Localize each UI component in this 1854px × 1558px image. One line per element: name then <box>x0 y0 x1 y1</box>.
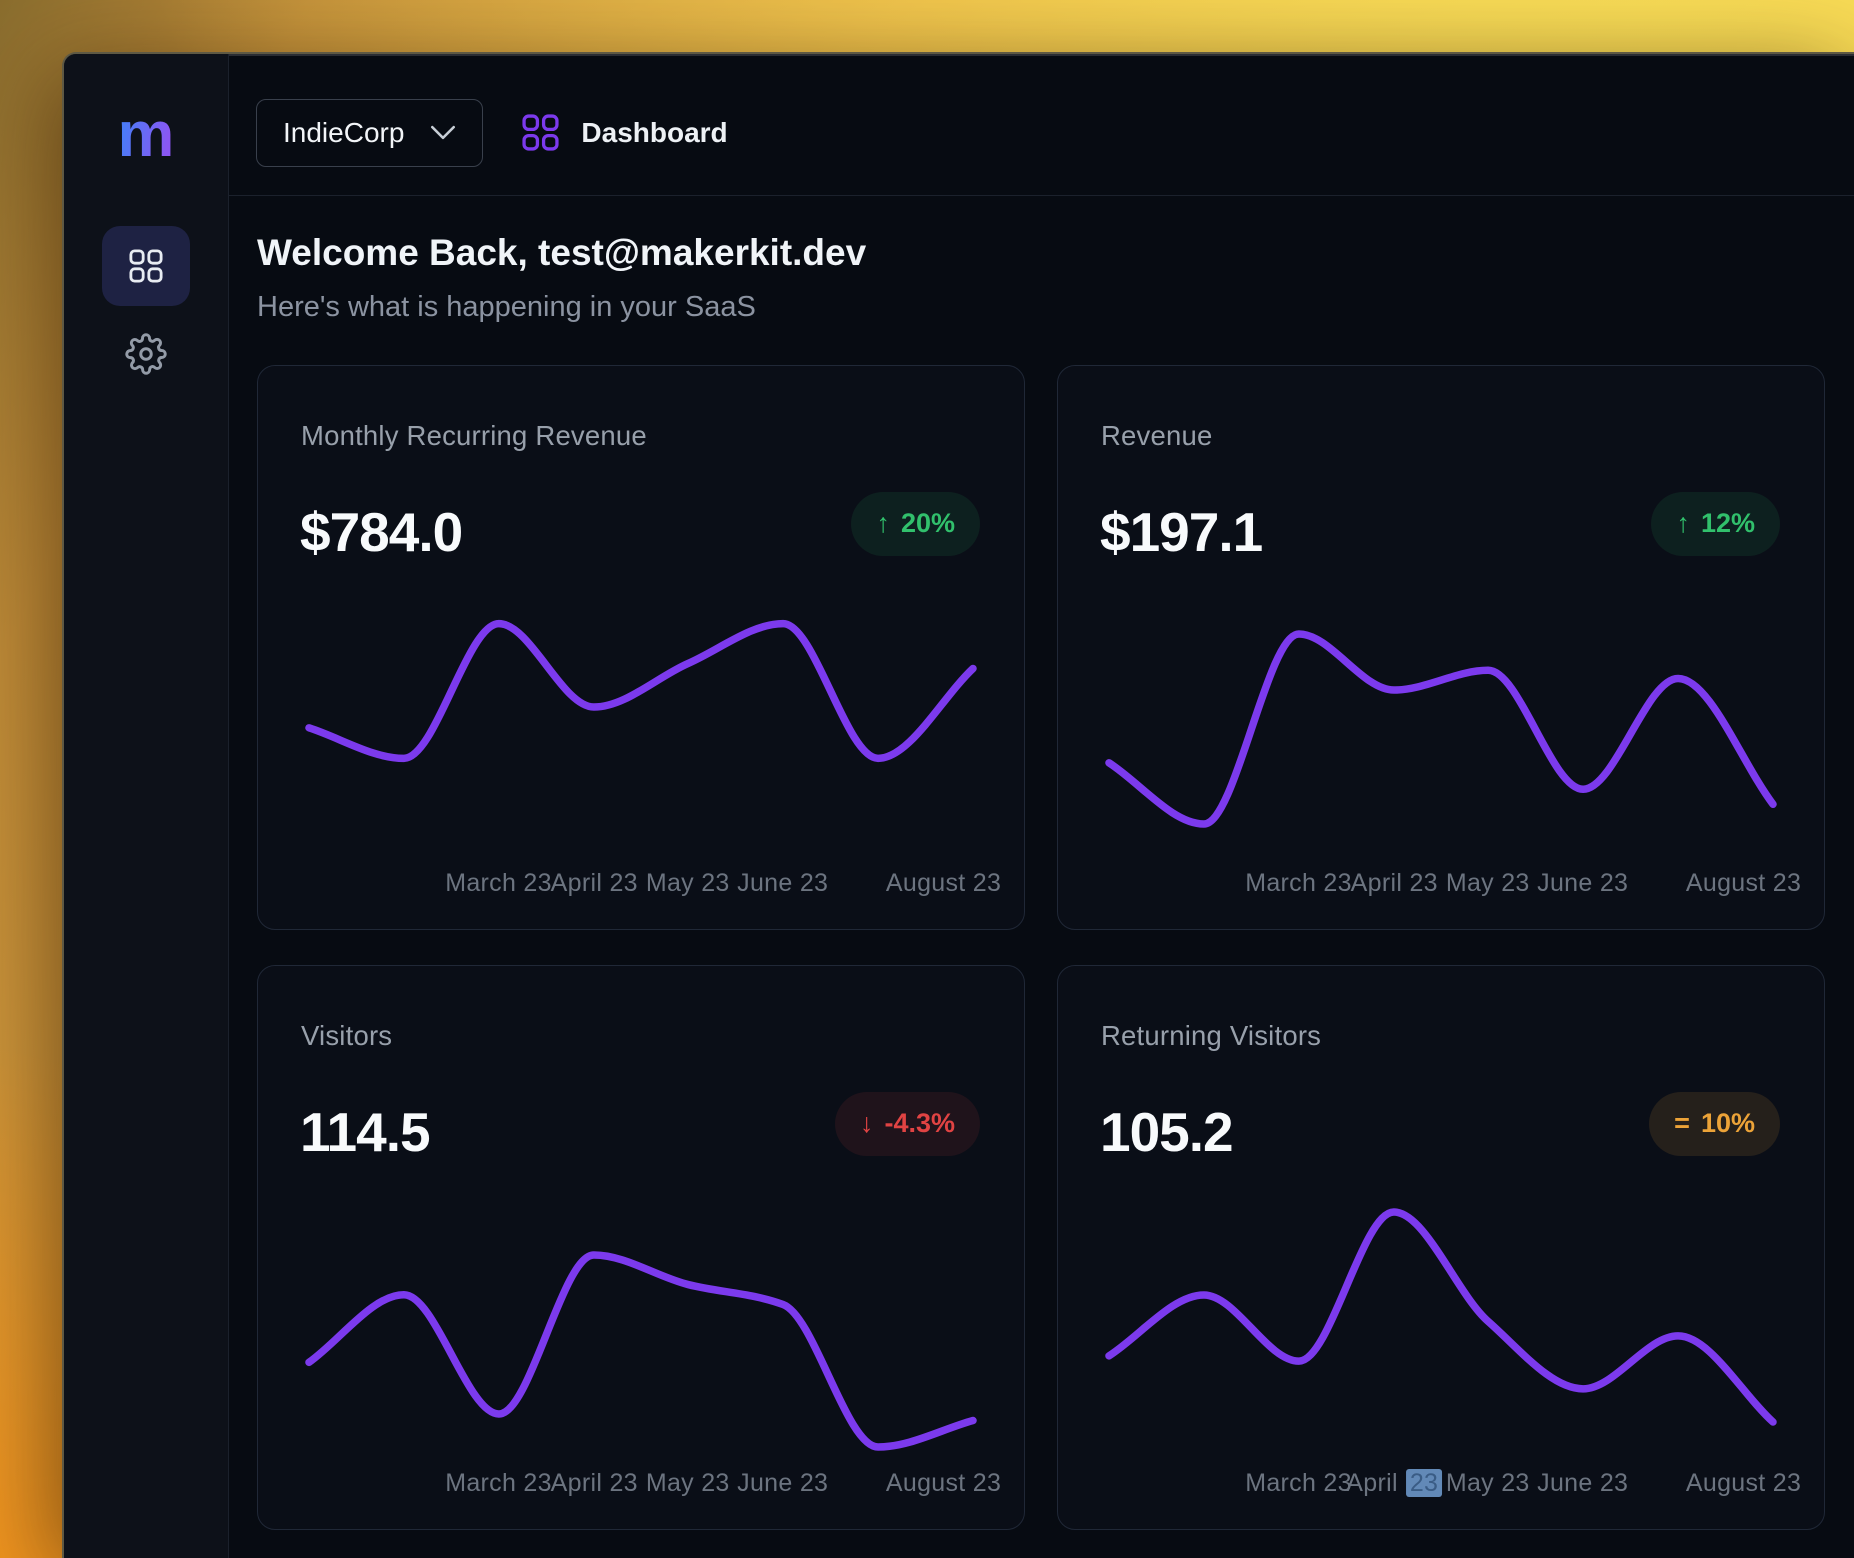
x-axis-label: August 23 <box>886 869 1001 898</box>
card-title: Revenue <box>1101 418 1212 454</box>
x-axis-label: June 23 <box>737 869 828 898</box>
x-axis-label: April 23 <box>1351 869 1438 898</box>
x-axis-label: June 23 <box>1537 1469 1628 1498</box>
line-chart <box>304 617 978 765</box>
card-title: Monthly Recurring Revenue <box>301 418 647 454</box>
chevron-down-icon <box>430 125 456 140</box>
x-axis-label: April 23 <box>1346 1469 1442 1498</box>
x-axis-label-text: April <box>1346 1469 1398 1497</box>
equals-icon: = <box>1674 1108 1690 1139</box>
page-title: Welcome Back, test@makerkit.dev <box>257 230 1824 276</box>
card-monthly-recurring-revenue: Monthly Recurring Revenue $784.0 ↑ 20% M… <box>257 365 1025 930</box>
dashboard-content: Welcome Back, test@makerkit.dev Here's w… <box>229 196 1854 1558</box>
x-axis-label: April 23 <box>551 1469 638 1498</box>
card-value: $197.1 <box>1100 502 1262 563</box>
x-axis-label: August 23 <box>886 1469 1001 1498</box>
x-axis-label: May 23 <box>1446 869 1530 898</box>
card-value: 114.5 <box>300 1102 430 1163</box>
x-axis-label: May 23 <box>646 869 730 898</box>
x-axis-label: June 23 <box>737 1469 828 1498</box>
x-axis-label: April 23 <box>551 869 638 898</box>
trend-label: -4.3% <box>884 1108 955 1139</box>
trend-badge: ↑ 12% <box>1651 492 1780 556</box>
trend-badge: ↑ 20% <box>851 492 980 556</box>
trend-label: 12% <box>1701 508 1755 539</box>
x-axis-label: March 23 <box>1245 869 1352 898</box>
metrics-grid: Monthly Recurring Revenue $784.0 ↑ 20% M… <box>257 365 1824 1530</box>
sidebar-nav <box>102 226 190 394</box>
card-title: Visitors <box>301 1018 392 1054</box>
trend-label: 20% <box>901 508 955 539</box>
team-selector-button[interactable]: IndieCorp <box>256 99 483 167</box>
desktop-wallpaper: m <box>0 0 1854 1558</box>
x-axis-label: August 23 <box>1686 1469 1801 1498</box>
gear-icon <box>125 333 167 375</box>
breadcrumb-label: Dashboard <box>581 117 727 149</box>
sidebar-item-settings[interactable] <box>102 314 190 394</box>
team-selector-label: IndieCorp <box>283 117 404 149</box>
card-title: Returning Visitors <box>1101 1018 1321 1054</box>
x-axis-label: May 23 <box>1446 1469 1530 1498</box>
card-visitors: Visitors 114.5 ↓ -4.3% March 23 April 23… <box>257 965 1025 1530</box>
card-returning-visitors: Returning Visitors 105.2 = 10% March 23 … <box>1057 965 1825 1530</box>
x-axis-label: March 23 <box>445 869 552 898</box>
arrow-up-icon: ↑ <box>876 508 890 539</box>
arrow-up-icon: ↑ <box>1676 508 1690 539</box>
app-window: m <box>62 52 1854 1558</box>
line-chart <box>304 1250 978 1452</box>
selected-text: 23 <box>1406 1469 1442 1497</box>
x-axis-label: August 23 <box>1686 869 1801 898</box>
x-axis-label: March 23 <box>445 1469 552 1498</box>
card-value: 105.2 <box>1100 1102 1233 1163</box>
page-subtitle: Here's what is happening in your SaaS <box>257 287 1824 328</box>
sidebar-item-dashboard[interactable] <box>102 226 190 306</box>
breadcrumb: Dashboard <box>522 114 727 151</box>
trend-label: 10% <box>1701 1108 1755 1139</box>
main-column: IndieCorp Dashboard <box>229 54 1854 1558</box>
x-axis: March 23 April 23 May 23 June 23 August … <box>258 869 1024 901</box>
card-value: $784.0 <box>300 502 462 563</box>
card-revenue: Revenue $197.1 ↑ 12% March 23 April 23 M… <box>1057 365 1825 930</box>
trend-badge: ↓ -4.3% <box>835 1092 980 1156</box>
x-axis-label: June 23 <box>1537 869 1628 898</box>
x-axis-label: May 23 <box>646 1469 730 1498</box>
grid-icon <box>129 249 163 283</box>
arrow-down-icon: ↓ <box>860 1108 874 1139</box>
app-header: IndieCorp Dashboard <box>229 54 1854 196</box>
line-chart <box>1104 629 1778 829</box>
x-axis: March 23 April 23 May 23 June 23 August … <box>258 1469 1024 1501</box>
x-axis: March 23 April 23 May 23 June 23 August … <box>1058 869 1824 901</box>
line-chart <box>1104 1207 1778 1427</box>
sidebar: m <box>64 54 229 1558</box>
app-logo: m <box>118 102 175 166</box>
x-axis: March 23 April 23 May 23 June 23 August 2… <box>1058 1469 1824 1501</box>
trend-badge: = 10% <box>1649 1092 1780 1156</box>
x-axis-label: March 23 <box>1245 1469 1352 1498</box>
grid-icon <box>522 114 559 151</box>
